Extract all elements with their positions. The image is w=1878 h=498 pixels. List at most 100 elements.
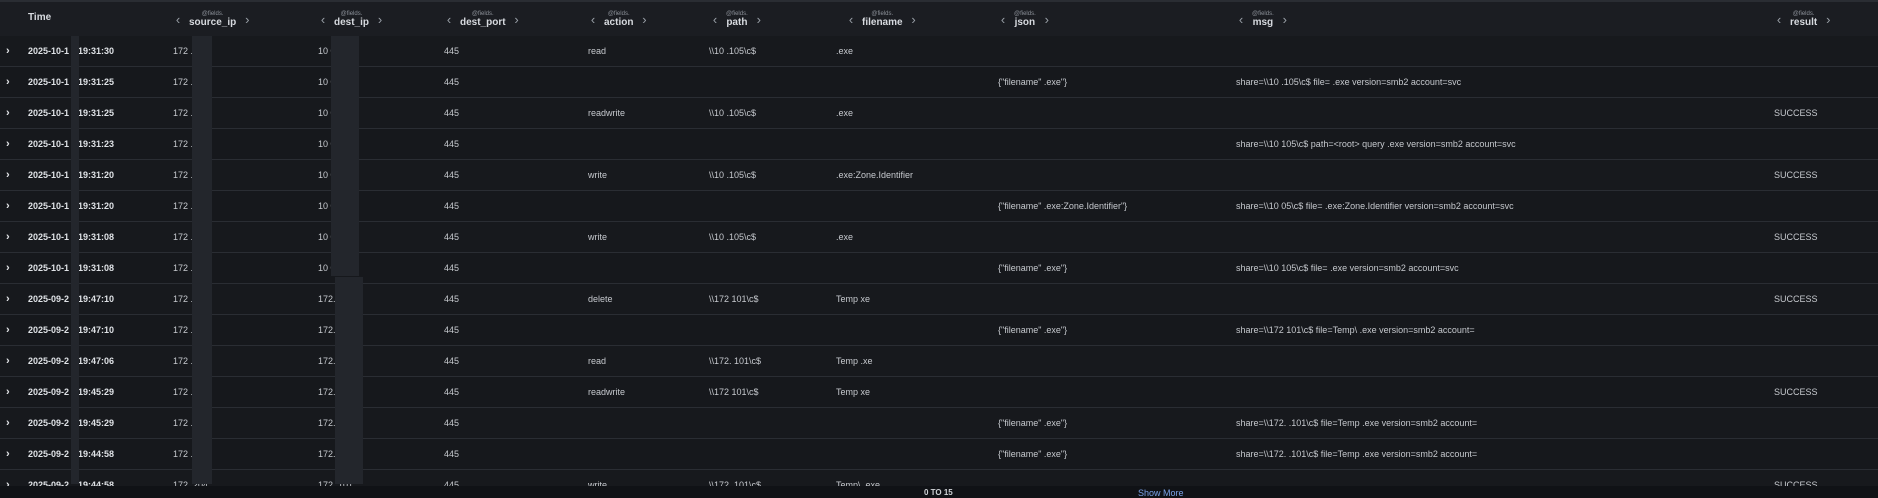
table-row[interactable]: › 2025-10-1 19:31:08 172 .101 10 05 445 write \… xyxy=(0,222,1878,253)
table-row[interactable]: › 2025-10-1 19:31:30 172 .101 10 05 445 read \\… xyxy=(0,36,1878,67)
cell-dest-port: 445 xyxy=(444,387,460,397)
col-left-icon[interactable]: ‹ xyxy=(588,12,598,27)
expand-row-icon[interactable]: › xyxy=(6,253,10,283)
row-date: 2025-10-1 xyxy=(28,263,70,273)
row-time: 19:31:30 xyxy=(78,46,115,56)
column-title[interactable]: dest_ip xyxy=(334,17,369,28)
table-row[interactable]: ›2025-09-219:47:06172 .204172. 101445rea… xyxy=(0,346,1878,377)
cell-path: \\10 .105\c$ xyxy=(709,232,757,242)
col-right-icon[interactable]: › xyxy=(1042,12,1052,27)
col-left-icon[interactable]: ‹ xyxy=(846,12,856,27)
column-title[interactable]: result xyxy=(1790,17,1817,28)
table-row[interactable]: › 2025-10-1 19:31:23 172 .101 10 05 445 share=… xyxy=(0,129,1878,160)
header-time[interactable]: Time xyxy=(28,12,51,23)
cell-json: {"filename" .exe"} xyxy=(998,77,1068,87)
col-right-icon[interactable]: › xyxy=(639,12,649,27)
cell-dest-port: 445 xyxy=(444,232,460,242)
expand-row-icon[interactable]: › xyxy=(6,36,10,66)
col-left-icon[interactable]: ‹ xyxy=(998,12,1008,27)
row-date: 2025-10-1 xyxy=(28,139,70,149)
expand-row-icon[interactable]: › xyxy=(6,160,10,190)
expand-row-icon[interactable]: › xyxy=(6,377,10,407)
column-title[interactable]: path xyxy=(726,17,747,28)
expand-row-icon[interactable]: › xyxy=(6,129,10,159)
expand-row-icon[interactable]: › xyxy=(6,191,10,221)
cell-json: {"filename" .exe:Zone.Identifier"} xyxy=(998,201,1128,211)
cell-msg: share=\\10 105\c$ file= .exe version=smb… xyxy=(1236,263,1459,273)
table-row[interactable]: ›2025-09-219:47:10172 .204172. 101445{"f… xyxy=(0,315,1878,346)
table-row[interactable]: ›2025-09-219:47:10172 .204172. 101445del… xyxy=(0,284,1878,315)
cell-msg: share=\\172. .101\c$ file=Temp .exe vers… xyxy=(1236,449,1478,459)
col-right-icon[interactable]: › xyxy=(1280,12,1290,27)
row-time: 19:31:25 xyxy=(78,77,115,87)
cell-msg: share=\\172. .101\c$ file=Temp .exe vers… xyxy=(1236,418,1478,428)
cell-action: read xyxy=(588,356,607,366)
cell-result: SUCCESS xyxy=(1774,232,1818,242)
column-title[interactable]: dest_port xyxy=(460,17,506,28)
row-time: 19:31:23 xyxy=(78,139,115,149)
col-left-icon[interactable]: ‹ xyxy=(1774,12,1784,27)
header-source-ip: ‹ @fields. source_ip › xyxy=(173,2,252,36)
header-result: ‹ @fields. result › xyxy=(1774,2,1833,36)
row-time: 19:31:20 xyxy=(78,201,115,211)
col-left-icon[interactable]: ‹ xyxy=(444,12,454,27)
expand-row-icon[interactable]: › xyxy=(6,67,10,97)
cell-json: {"filename" .exe"} xyxy=(998,263,1068,273)
col-right-icon[interactable]: › xyxy=(375,12,385,27)
row-date: 2025-09-2 xyxy=(28,356,70,366)
col-right-icon[interactable]: › xyxy=(1823,12,1833,27)
column-title[interactable]: filename xyxy=(862,17,903,28)
table-row[interactable]: › 2025-10-1 19:31:20 172 .101 10 05 445 {"file… xyxy=(0,191,1878,222)
expand-row-icon[interactable]: › xyxy=(6,439,10,469)
expand-row-icon[interactable]: › xyxy=(6,98,10,128)
redaction-mask xyxy=(71,36,79,484)
col-left-icon[interactable]: ‹ xyxy=(318,12,328,27)
table-row[interactable]: ›2025-09-219:44:58172 .204172. 101445{"f… xyxy=(0,439,1878,470)
field-prefix: @fields. xyxy=(1014,10,1036,17)
row-date: 2025-10-1 xyxy=(28,108,70,118)
col-right-icon[interactable]: › xyxy=(242,12,252,27)
cell-json: {"filename" .exe"} xyxy=(998,418,1068,428)
table-row[interactable]: › 2025-10-1 19:31:25 172 .101 10 05 445 readwr… xyxy=(0,98,1878,129)
field-prefix: @fields. xyxy=(1252,10,1274,17)
col-right-icon[interactable]: › xyxy=(512,12,522,27)
row-date: 2025-09-2 xyxy=(28,387,70,397)
col-left-icon[interactable]: ‹ xyxy=(710,12,720,27)
column-title[interactable]: msg xyxy=(1253,17,1274,28)
cell-action: readwrite xyxy=(588,108,626,118)
cell-filename: .exe xyxy=(836,232,854,242)
cell-path: \\172 101\c$ xyxy=(709,387,759,397)
redaction-mask xyxy=(192,36,212,484)
expand-row-icon[interactable]: › xyxy=(6,408,10,438)
expand-row-icon[interactable]: › xyxy=(6,315,10,345)
column-title[interactable]: json xyxy=(1015,17,1036,28)
col-left-icon[interactable]: ‹ xyxy=(1236,12,1246,27)
col-right-icon[interactable]: › xyxy=(754,12,764,27)
expand-row-icon[interactable]: › xyxy=(6,222,10,252)
table-row[interactable]: › 2025-10-1 19:31:20 172 .101 10 05 445 write \… xyxy=(0,160,1878,191)
expand-row-icon[interactable]: › xyxy=(6,284,10,314)
cell-filename: .exe:Zone.Identifier xyxy=(836,170,914,180)
row-time: 19:31:08 xyxy=(78,232,115,242)
col-right-icon[interactable]: › xyxy=(909,12,919,27)
cell-json: {"filename" .exe"} xyxy=(998,449,1068,459)
col-left-icon[interactable]: ‹ xyxy=(173,12,183,27)
row-time: 19:47:10 xyxy=(78,294,115,304)
show-more-link[interactable]: Show More xyxy=(1138,488,1184,498)
redaction-mask xyxy=(331,36,359,276)
header-json: ‹ @fields. json › xyxy=(998,2,1052,36)
field-prefix: @fields. xyxy=(471,10,494,17)
table-row[interactable]: ›2025-09-219:45:29172 .204172. 101445rea… xyxy=(0,377,1878,408)
expand-row-icon[interactable]: › xyxy=(6,346,10,376)
header-msg: ‹ @fields. msg › xyxy=(1236,2,1290,36)
column-title[interactable]: action xyxy=(604,17,633,28)
cell-result: SUCCESS xyxy=(1774,108,1818,118)
table-row[interactable]: › 2025-10-1 19:31:25 172 .101 10 05 445 {"file… xyxy=(0,67,1878,98)
cell-action: readwrite xyxy=(588,387,626,397)
cell-dest-port: 445 xyxy=(444,46,460,56)
row-date: 2025-09-2 xyxy=(28,294,70,304)
column-title[interactable]: source_ip xyxy=(189,17,236,28)
cell-msg: share=\\10 05\c$ file= .exe:Zone.Identif… xyxy=(1236,201,1514,211)
table-row[interactable]: ›2025-09-219:45:29172 .204172. 101445{"f… xyxy=(0,408,1878,439)
table-row[interactable]: › 2025-10-1 19:31:08 172 .101 10 05 445 {"file… xyxy=(0,253,1878,284)
